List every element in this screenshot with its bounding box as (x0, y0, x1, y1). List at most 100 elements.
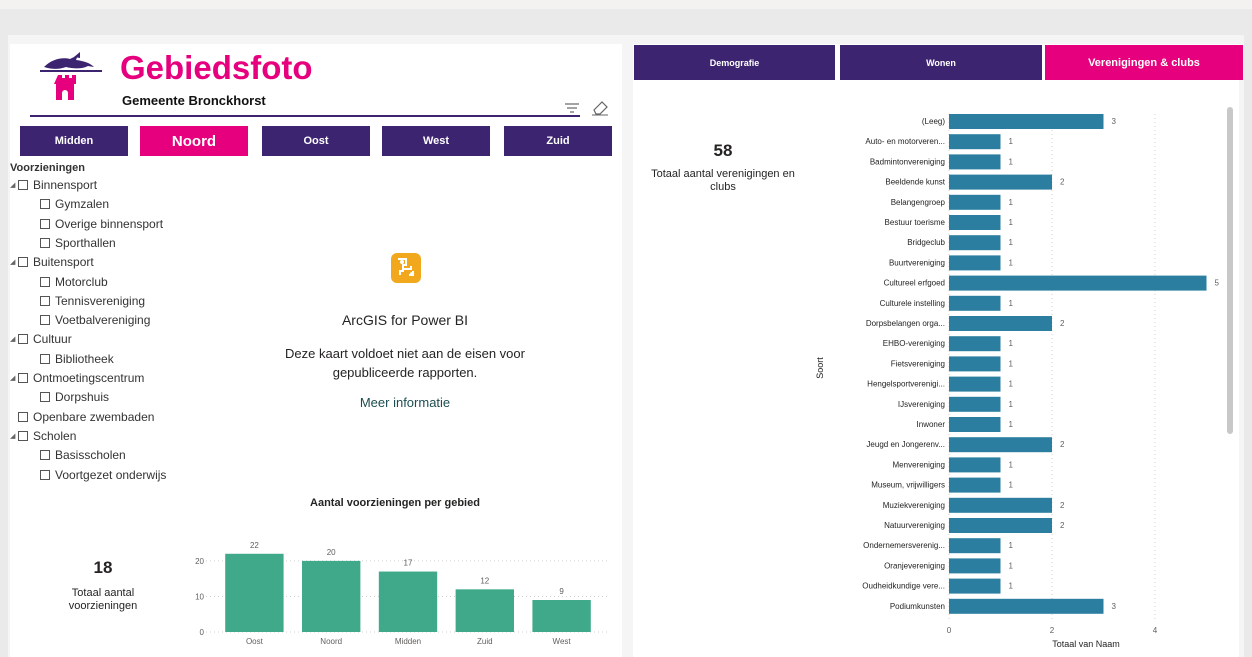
y-tick-label: (Leeg) (922, 117, 945, 126)
bar[interactable] (949, 518, 1052, 533)
tab-demografie[interactable]: Demografie (634, 45, 835, 80)
data-label: 17 (404, 559, 413, 568)
bar[interactable] (949, 275, 1207, 291)
slicer-item[interactable]: Voetbalvereniging (40, 311, 150, 329)
bar[interactable] (949, 356, 1001, 372)
slicer-item[interactable]: ◢ Binnensport (10, 176, 97, 194)
bar[interactable] (949, 316, 1052, 331)
bar[interactable] (949, 134, 1001, 150)
bar[interactable] (949, 497, 1052, 513)
slicer-item[interactable]: ◢ Cultuur (10, 330, 72, 348)
slicer-item-label: Overige binnensport (55, 216, 164, 231)
y-tick-label: Buurtvereniging (889, 258, 945, 267)
bar[interactable] (949, 396, 1001, 412)
filter-icon[interactable] (564, 102, 580, 116)
bar[interactable] (949, 457, 1001, 473)
checkbox[interactable] (40, 469, 50, 480)
tab-verenigingen-clubs[interactable]: Verenigingen & clubs (1045, 45, 1243, 80)
data-label: 1 (1009, 400, 1014, 409)
area-button-midden[interactable]: Midden (20, 126, 128, 156)
checkbox[interactable] (40, 218, 50, 229)
checkbox[interactable] (18, 411, 28, 422)
bar[interactable] (949, 598, 1104, 614)
checkbox[interactable] (18, 257, 28, 268)
checkbox[interactable] (18, 430, 28, 441)
checkbox[interactable] (40, 276, 50, 287)
checkbox[interactable] (40, 353, 50, 364)
bar[interactable] (949, 255, 1001, 271)
bar[interactable] (949, 154, 1001, 170)
checkbox[interactable] (18, 334, 28, 345)
bar[interactable] (949, 336, 1001, 352)
bar[interactable] (949, 215, 1001, 230)
bar[interactable] (949, 538, 1001, 554)
slicer-item[interactable]: ◢ Buitensport (10, 253, 94, 271)
bar[interactable] (378, 571, 438, 632)
y-tick-label: EHBO-vereniging (883, 339, 945, 348)
slicer-item[interactable]: Dorpshuis (40, 388, 109, 406)
expand-icon[interactable]: ◢ (10, 258, 18, 266)
data-label: 1 (1009, 420, 1014, 429)
area-button-oost[interactable]: Oost (262, 126, 370, 156)
bar[interactable] (949, 174, 1052, 190)
checkbox[interactable] (40, 295, 50, 306)
bar[interactable] (949, 295, 1001, 311)
arcgis-message: Deze kaart voldoet niet aan de eisen voo… (285, 346, 525, 380)
eraser-icon[interactable] (590, 97, 610, 117)
checkbox[interactable] (40, 315, 50, 326)
bar[interactable] (302, 560, 361, 632)
expand-icon[interactable]: ◢ (10, 335, 18, 343)
arcgis-more-info-link[interactable]: Meer informatie (310, 395, 500, 410)
bar[interactable] (455, 589, 514, 632)
area-button-west[interactable]: West (382, 126, 490, 156)
expand-icon[interactable]: ◢ (10, 432, 18, 440)
bar[interactable] (949, 114, 1104, 129)
right-panel: Demografie Wonen Verenigingen & clubs 58 T… (633, 44, 1243, 657)
bar[interactable] (532, 600, 591, 632)
data-label: 9 (559, 587, 564, 596)
bar[interactable] (949, 558, 1001, 574)
bar[interactable] (949, 417, 1001, 432)
area-button-zuid[interactable]: Zuid (504, 126, 612, 156)
slicer-item[interactable]: Overige binnensport (40, 215, 163, 233)
area-button-noord[interactable]: Noord (140, 126, 248, 156)
card-clubs-label: Totaal aantal verenigingen en clubs (651, 168, 795, 193)
tab-wonen[interactable]: Wonen (840, 45, 1042, 80)
slicer-item[interactable]: Openbare zwembaden (10, 408, 154, 426)
chart-scrollbar[interactable] (1227, 107, 1233, 434)
expand-icon[interactable]: ◢ (10, 374, 18, 382)
data-label: 1 (1009, 238, 1014, 247)
bar[interactable] (949, 477, 1001, 493)
bar[interactable] (949, 235, 1001, 251)
slicer-item-label: Bibliotheek (55, 351, 114, 366)
data-label: 1 (1009, 460, 1014, 469)
slicer-item[interactable]: Basisscholen (40, 446, 126, 464)
checkbox[interactable] (40, 450, 50, 461)
x-tick-label: Zuid (477, 637, 493, 646)
slicer-item[interactable]: Sporthallen (40, 234, 116, 252)
bar[interactable] (225, 553, 284, 632)
bar[interactable] (949, 194, 1001, 210)
checkbox[interactable] (18, 180, 28, 190)
bar[interactable] (949, 578, 1001, 594)
expand-icon[interactable]: ◢ (10, 181, 18, 189)
page-title: Gebiedsfoto (120, 49, 313, 86)
slicer-item[interactable]: Tennisvereniging (40, 292, 145, 310)
slicer-item[interactable]: Voortgezet onderwijs (40, 466, 166, 484)
data-label: 2 (1060, 501, 1065, 510)
slicer-item[interactable]: Motorclub (40, 273, 108, 291)
checkbox[interactable] (18, 373, 28, 383)
y-tick-label: Hengelsportverenigi... (867, 380, 945, 389)
checkbox[interactable] (40, 199, 50, 210)
bar[interactable] (949, 437, 1052, 453)
y-tick-label: Bridgeclub (907, 238, 945, 247)
slicer-item[interactable]: ◢ Scholen (10, 427, 76, 445)
slicer-item[interactable]: Gymzalen (40, 195, 109, 213)
slicer-item[interactable]: Bibliotheek (40, 350, 114, 368)
checkbox[interactable] (40, 392, 50, 403)
checkbox[interactable] (40, 237, 50, 248)
x-tick-label: Oost (246, 637, 264, 646)
bar[interactable] (949, 376, 1001, 392)
slicer-item[interactable]: ◢ Ontmoetingscentrum (10, 369, 144, 387)
y-tick-label: Jeugd en Jongerenv... (866, 440, 945, 449)
